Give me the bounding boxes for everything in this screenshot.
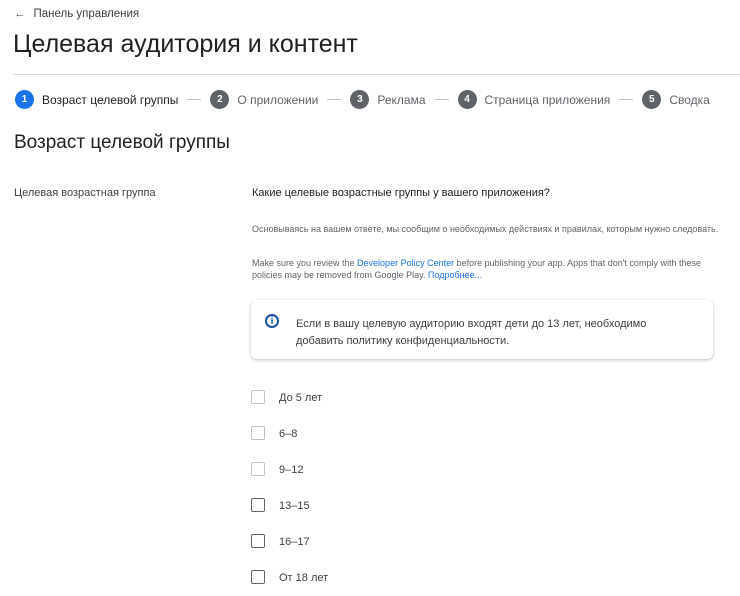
age-option[interactable]: 16–17 bbox=[251, 524, 328, 560]
age-option[interactable]: От 18 лет bbox=[251, 560, 328, 596]
section-title: Возраст целевой группы bbox=[14, 132, 230, 153]
step-number: 5 bbox=[642, 90, 662, 109]
description: Основываясь на вашем ответе, мы сообщим … bbox=[252, 224, 719, 234]
divider bbox=[13, 74, 740, 75]
age-option[interactable]: До 5 лет bbox=[251, 380, 328, 416]
checkbox[interactable] bbox=[251, 570, 265, 584]
option-label: 6–8 bbox=[279, 428, 298, 440]
step-number: 3 bbox=[350, 90, 370, 109]
age-option[interactable]: 13–15 bbox=[251, 488, 328, 524]
info-icon: i bbox=[265, 314, 279, 328]
option-label: От 18 лет bbox=[279, 572, 329, 584]
info-card: i Если в вашу целевую аудиторию входят д… bbox=[251, 300, 713, 359]
step-ads[interactable]: 3 Реклама bbox=[350, 90, 426, 109]
step-label: Сводка bbox=[669, 92, 710, 107]
checkbox[interactable] bbox=[251, 390, 265, 404]
age-option[interactable]: 6–8 bbox=[251, 416, 328, 452]
step-number: 2 bbox=[210, 90, 230, 109]
age-options: До 5 лет 6–8 9–12 13–15 16–17 От 18 лет bbox=[251, 380, 328, 596]
step-about-app[interactable]: 2 О приложении bbox=[210, 90, 318, 109]
arrow-left-icon: ← bbox=[14, 8, 26, 20]
learn-more-link[interactable]: Подробнее... bbox=[428, 270, 482, 280]
step-number: 1 bbox=[15, 90, 34, 109]
step-age[interactable]: 1 Возраст целевой группы bbox=[15, 90, 178, 109]
info-card-text: Если в вашу целевую аудиторию входят дет… bbox=[296, 318, 647, 347]
policy-text: Make sure you review the Developer Polic… bbox=[252, 257, 732, 281]
option-label: 13–15 bbox=[279, 500, 310, 512]
step-separator bbox=[619, 99, 634, 100]
step-separator bbox=[327, 99, 342, 100]
policy-before: Make sure you review the bbox=[252, 258, 358, 268]
step-summary[interactable]: 5 Сводка bbox=[642, 90, 710, 109]
step-label: Страница приложения bbox=[484, 92, 611, 107]
checkbox[interactable] bbox=[251, 462, 265, 476]
option-label: 9–12 bbox=[279, 464, 304, 476]
option-label: До 5 лет bbox=[279, 392, 323, 404]
step-separator bbox=[187, 99, 202, 100]
step-separator bbox=[434, 99, 449, 100]
stepper: 1 Возраст целевой группы 2 О приложении 3Р… bbox=[15, 90, 710, 109]
step-label: О приложении bbox=[237, 92, 319, 107]
back-link-label: Панель управления bbox=[33, 8, 140, 20]
step-label: Возраст целевой группы bbox=[42, 92, 179, 107]
step-store-listing[interactable]: 4 Страница приложения bbox=[457, 90, 611, 109]
option-label: 16–17 bbox=[279, 536, 310, 548]
back-link[interactable]: ← Панель управления bbox=[14, 8, 139, 20]
side-label: Целевая возрастная группа bbox=[14, 187, 156, 199]
page-title: Целевая аудитория и контент bbox=[13, 30, 358, 58]
developer-policy-center-link[interactable]: Developer Policy Center bbox=[357, 258, 454, 268]
step-number: 4 bbox=[457, 90, 477, 109]
question: Какие целевые возрастные группы у вашего… bbox=[252, 187, 550, 199]
age-option[interactable]: 9–12 bbox=[251, 452, 328, 488]
checkbox[interactable] bbox=[251, 498, 265, 512]
checkbox[interactable] bbox=[251, 426, 265, 440]
step-label: Реклама bbox=[377, 92, 426, 107]
checkbox[interactable] bbox=[251, 534, 265, 548]
